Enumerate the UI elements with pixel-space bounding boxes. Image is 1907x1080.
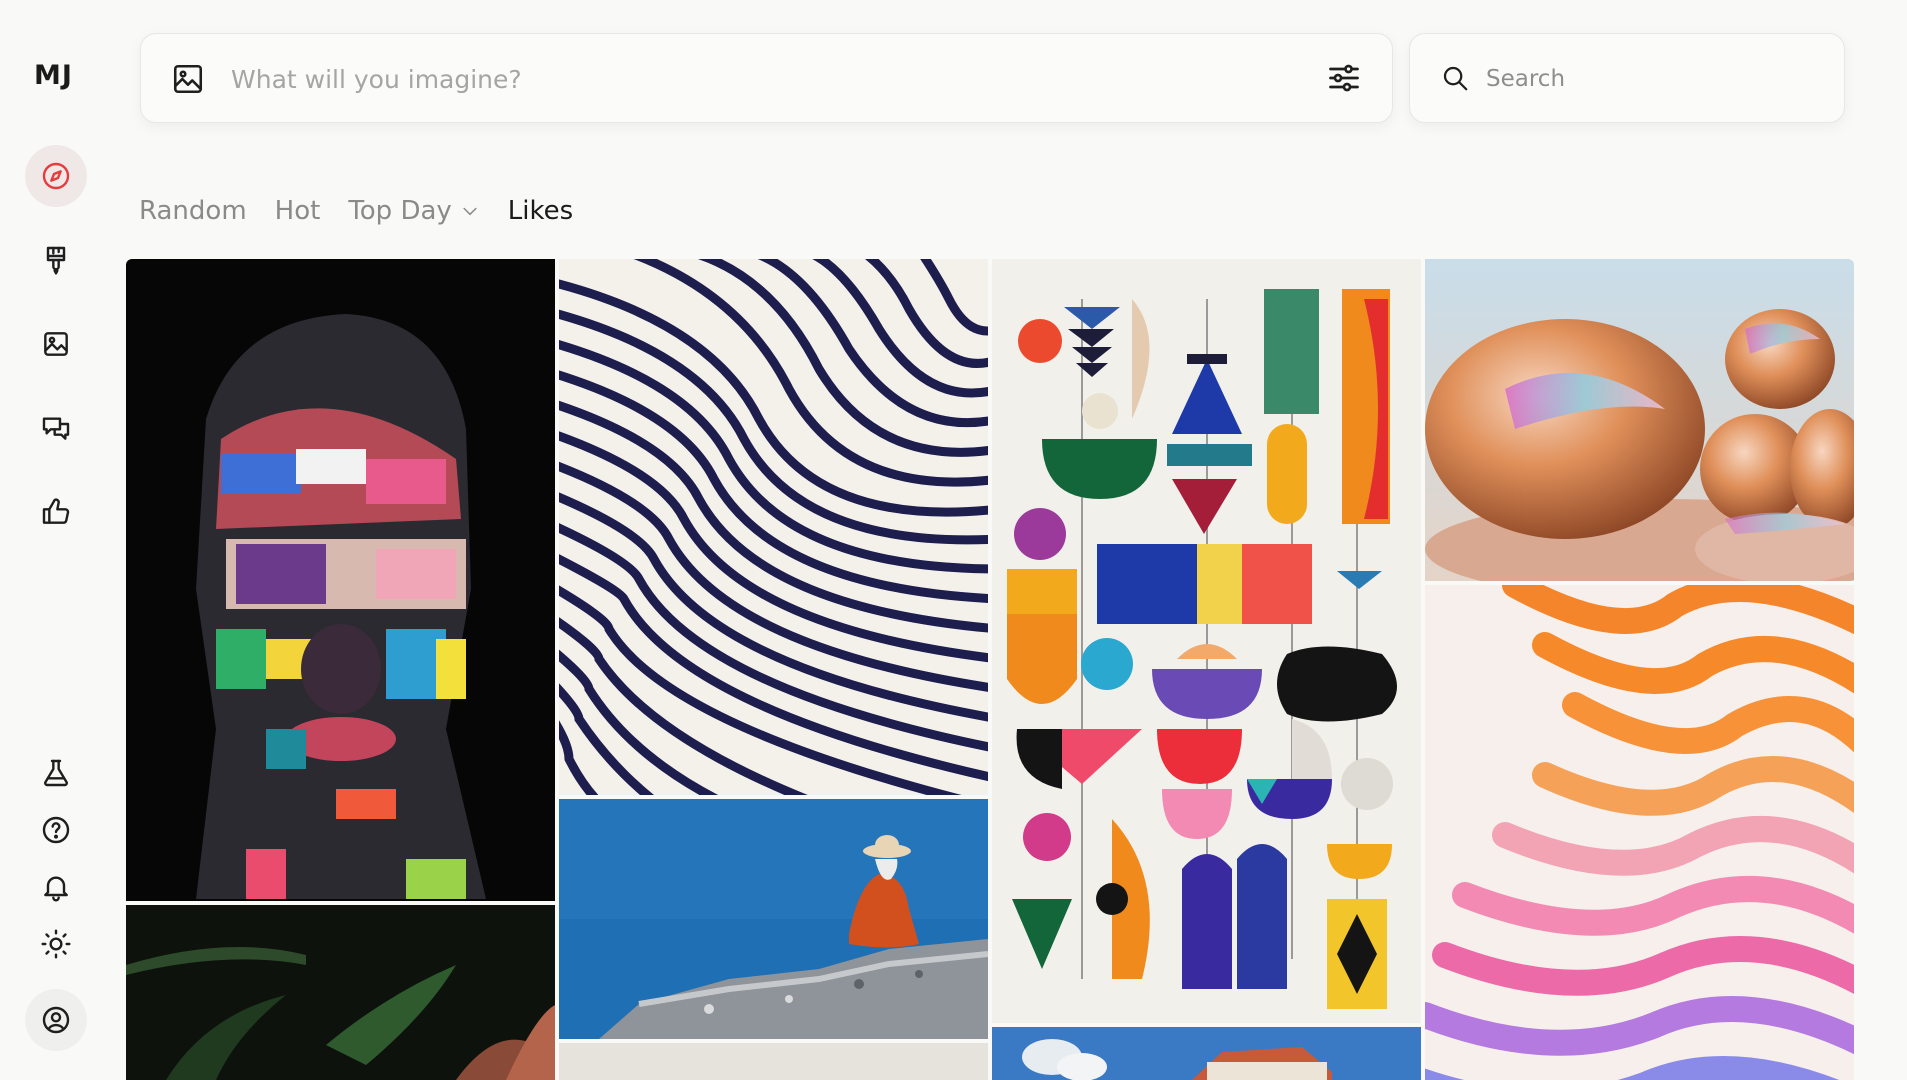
search-input[interactable] — [1484, 56, 1818, 102]
navy-wavy-lines-image — [559, 259, 988, 795]
monk-on-rock-image — [559, 799, 988, 1039]
sidebar-item-help[interactable] — [25, 799, 87, 861]
dark-foliage-image — [126, 905, 555, 1080]
image-gallery — [126, 259, 1854, 1080]
orange-pink-waves-image — [1425, 585, 1854, 1080]
gallery-image[interactable] — [559, 799, 988, 1039]
gallery-image[interactable] — [992, 1027, 1421, 1080]
sidebar-item-theme[interactable] — [25, 913, 87, 975]
help-icon — [42, 816, 70, 844]
sidebar-item-likes[interactable] — [25, 481, 87, 543]
prompt-input[interactable] — [229, 56, 1233, 102]
sidebar-item-lab[interactable] — [25, 742, 87, 804]
chat-icon — [42, 417, 70, 440]
feed-tabs: Random Hot Top Day Likes — [139, 196, 573, 226]
app-logo[interactable]: MJ — [34, 60, 73, 91]
flask-icon — [44, 759, 68, 787]
chevron-down-icon — [463, 207, 477, 216]
bell-icon — [44, 876, 68, 902]
tab-top-day-label: Top Day — [348, 196, 452, 226]
sidebar-item-notifications[interactable] — [25, 856, 87, 918]
prompt-bar — [140, 33, 1393, 123]
gallery-image[interactable] — [1425, 259, 1854, 581]
brush-icon — [46, 246, 66, 275]
search-icon — [1443, 66, 1468, 91]
sidebar-item-organize[interactable] — [25, 313, 87, 375]
thumbs-up-icon — [42, 498, 70, 524]
tab-random[interactable]: Random — [139, 196, 247, 226]
gallery-image[interactable] — [992, 259, 1421, 1023]
painted-face-portrait-image — [126, 259, 555, 901]
house-painting-image — [992, 1027, 1421, 1080]
sidebar: MJ — [0, 0, 112, 1080]
settings-sliders-icon[interactable] — [1326, 60, 1362, 96]
gallery-image[interactable] — [1425, 585, 1854, 1080]
gallery-image[interactable] — [126, 259, 555, 901]
tab-top-day[interactable]: Top Day — [348, 196, 479, 226]
image-icon — [44, 332, 68, 356]
image-upload-icon[interactable] — [171, 62, 205, 96]
gallery-image[interactable] — [559, 259, 988, 795]
sidebar-item-chat[interactable] — [25, 397, 87, 459]
sidebar-item-explore[interactable] — [25, 145, 87, 207]
sidebar-item-profile[interactable] — [25, 989, 87, 1051]
iridescent-pebbles-image — [1425, 259, 1854, 581]
sun-icon — [41, 929, 71, 959]
tab-likes[interactable]: Likes — [508, 196, 573, 226]
geometric-shapes-image — [992, 259, 1421, 1023]
search-bar — [1409, 33, 1845, 123]
gallery-image[interactable] — [126, 905, 555, 1080]
ground-partial-image — [559, 1043, 988, 1080]
user-icon — [42, 1006, 70, 1034]
compass-icon — [42, 162, 70, 190]
sidebar-item-create[interactable] — [25, 229, 87, 291]
gallery-image[interactable] — [559, 1043, 988, 1080]
tab-hot[interactable]: Hot — [275, 196, 321, 226]
